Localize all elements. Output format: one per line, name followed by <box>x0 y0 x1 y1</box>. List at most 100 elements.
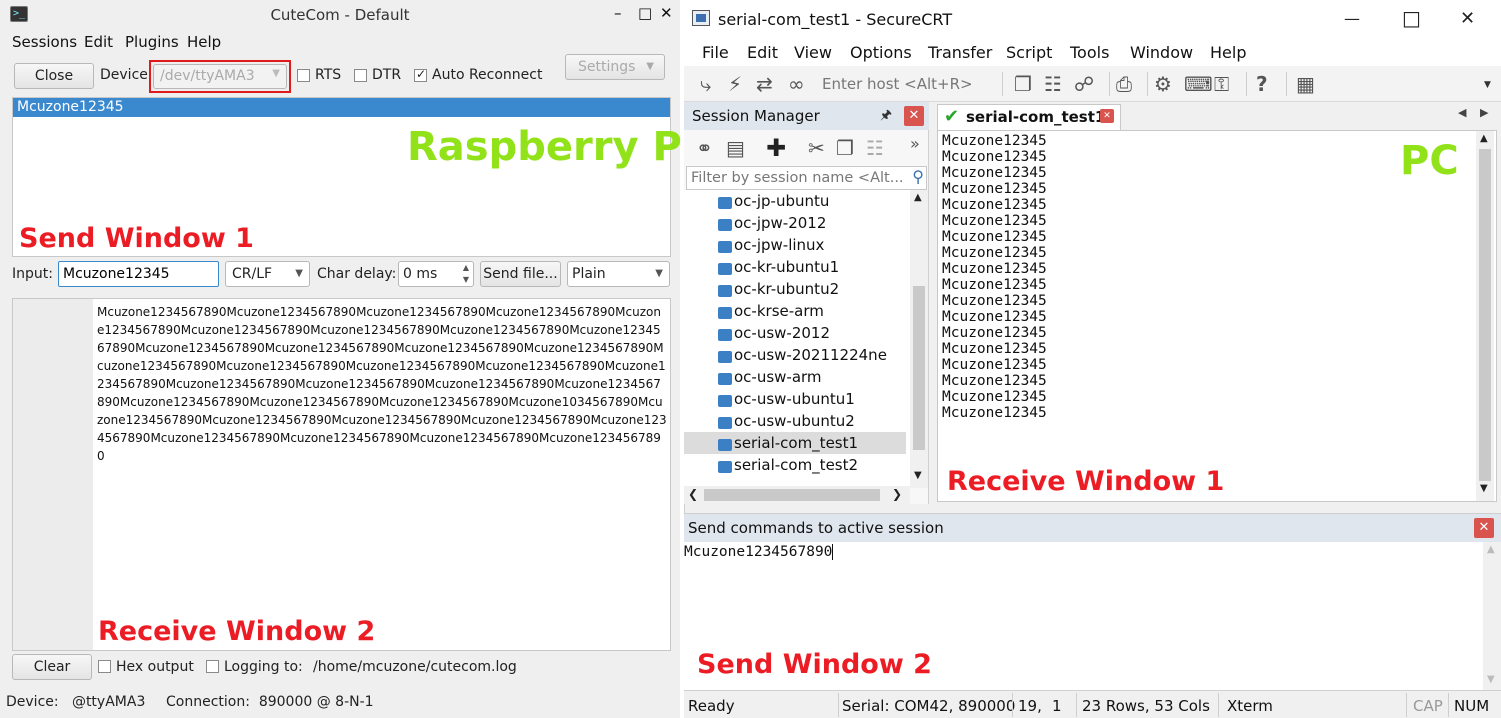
minimize-icon[interactable]: — <box>1344 9 1360 28</box>
input-field[interactable] <box>58 261 219 287</box>
spin-up-icon[interactable]: ▲ <box>463 263 469 272</box>
format-select[interactable]: Plain ▼ <box>567 261 670 287</box>
menu-options[interactable]: Options <box>850 43 912 62</box>
session-filter-input[interactable]: Filter by session name <Alt... ⚲ <box>686 166 927 190</box>
menu-plugins[interactable]: Plugins <box>125 33 179 51</box>
scroll-up-icon[interactable]: ▲ <box>914 192 922 203</box>
menu-edit[interactable]: Edit <box>747 43 778 62</box>
session-item[interactable]: oc-usw-2012 <box>734 324 830 342</box>
send-file-button[interactable]: Send file... <box>480 261 561 287</box>
char-delay-spinbox[interactable]: 0 ms ▲ ▼ <box>398 261 474 287</box>
tab-prev-icon[interactable]: ◀ <box>1458 106 1466 119</box>
host-input[interactable]: Enter host <Alt+R> <box>822 75 973 93</box>
link-icon[interactable]: ∞ <box>788 72 805 96</box>
connect-window-icon[interactable]: ▤ <box>726 136 745 160</box>
session-tab[interactable]: ✔ serial-com_test1 ✕ <box>937 104 1121 130</box>
menu-window[interactable]: Window <box>1130 43 1193 62</box>
cut-icon[interactable]: ✂ <box>808 136 825 160</box>
menu-script[interactable]: Script <box>1006 43 1052 62</box>
calculator-icon[interactable]: ▦ <box>1296 72 1315 96</box>
session-tree-scrollbar[interactable]: ▲ ▼ <box>910 190 928 488</box>
session-item[interactable]: oc-jp-ubuntu <box>734 192 829 210</box>
session-item[interactable]: oc-jpw-2012 <box>734 214 826 232</box>
scroll-up-icon[interactable]: ▲ <box>1487 544 1495 555</box>
cutecom-receive-window-2[interactable]: Mcuzone1234567890Mcuzone1234567890Mcuzon… <box>12 298 671 651</box>
menu-help[interactable]: Help <box>1210 43 1246 62</box>
connect-tree-icon[interactable]: ⤷ <box>700 72 711 96</box>
pin-icon[interactable]: 🖈 <box>880 106 892 128</box>
close-panel-icon[interactable]: ✕ <box>1474 518 1494 538</box>
menu-edit[interactable]: Edit <box>84 33 113 51</box>
scroll-left-icon[interactable]: ❮ <box>688 487 698 501</box>
paste-session-icon[interactable]: ☷ <box>866 136 884 160</box>
hex-output-checkbox[interactable] <box>98 660 111 673</box>
hscroll-thumb[interactable] <box>704 489 880 501</box>
help-icon[interactable]: ? <box>1256 72 1268 96</box>
session-item[interactable]: oc-kr-ubuntu2 <box>734 280 839 298</box>
session-item[interactable]: oc-krse-arm <box>734 302 824 320</box>
keymap-icon[interactable]: ⌨ <box>1184 72 1213 96</box>
command-scrollbar[interactable]: ▲ ▼ <box>1483 542 1501 690</box>
line-ending-select[interactable]: CR/LF ▼ <box>225 261 310 287</box>
clear-button[interactable]: Clear <box>12 654 92 680</box>
logging-path[interactable]: /home/mcuzone/cutecom.log <box>313 659 517 675</box>
session-item[interactable]: oc-kr-ubuntu1 <box>734 258 839 276</box>
maximize-icon[interactable]: □ <box>1402 6 1421 30</box>
settings-button[interactable]: Settings ▼ <box>565 54 665 80</box>
close-button[interactable]: Close <box>14 63 94 89</box>
terminal-line: Mcuzone12345 <box>942 261 1047 277</box>
find-binoculars-icon[interactable]: ☍ <box>1074 72 1094 96</box>
session-item[interactable]: oc-usw-ubuntu1 <box>734 390 855 408</box>
copy-session-icon[interactable]: ❐ <box>836 136 854 160</box>
print-icon[interactable]: ⎙ <box>1116 72 1132 96</box>
menu-view[interactable]: View <box>794 43 832 62</box>
quick-connect-icon[interactable]: ⚡ <box>728 72 742 96</box>
dtr-checkbox[interactable] <box>354 69 367 82</box>
copy-icon[interactable]: ❐ <box>1014 72 1032 96</box>
menu-help[interactable]: Help <box>187 33 221 51</box>
session-icon <box>718 329 732 341</box>
close-icon[interactable]: ✕ <box>660 4 673 22</box>
scroll-right-icon[interactable]: ❯ <box>892 487 902 501</box>
scroll-down-icon[interactable]: ▼ <box>1480 483 1488 494</box>
tab-next-icon[interactable]: ▶ <box>1480 106 1488 119</box>
paste-icon[interactable]: ☷ <box>1044 72 1062 96</box>
reconnect-icon[interactable]: ⇄ <box>756 72 773 96</box>
close-tab-icon[interactable]: ✕ <box>1100 109 1114 123</box>
menu-file[interactable]: File <box>702 43 729 62</box>
selected-line[interactable]: Mcuzone12345 <box>13 98 670 117</box>
terminal-scrollbar[interactable]: ▲ ▼ <box>1476 131 1494 501</box>
scroll-up-icon[interactable]: ▲ <box>1480 133 1488 144</box>
menu-transfer[interactable]: Transfer <box>928 43 992 62</box>
maximize-icon[interactable]: □ <box>638 4 652 22</box>
close-icon[interactable]: ✕ <box>1460 8 1475 29</box>
session-item[interactable]: oc-usw-arm <box>734 368 822 386</box>
add-session-icon[interactable]: ✚ <box>766 134 786 162</box>
scroll-thumb[interactable] <box>1479 149 1491 481</box>
securecrt-app-icon <box>692 10 710 26</box>
device-select[interactable]: /dev/ttyAMA3 ▼ <box>153 64 287 89</box>
session-tree-hscrollbar[interactable]: ❮ ❯ <box>684 486 910 504</box>
scroll-thumb[interactable] <box>913 286 925 450</box>
rts-checkbox[interactable] <box>297 69 310 82</box>
scroll-down-icon[interactable]: ▼ <box>914 470 922 481</box>
menu-tools[interactable]: Tools <box>1070 43 1109 62</box>
close-panel-icon[interactable]: ✕ <box>904 106 924 126</box>
toolbar-overflow-icon[interactable]: ▼ <box>1484 80 1491 90</box>
spin-down-icon[interactable]: ▼ <box>463 275 469 284</box>
more-icon[interactable]: » <box>910 134 920 153</box>
auto-reconnect-checkbox[interactable]: ✓ <box>414 67 427 82</box>
logging-checkbox[interactable] <box>206 660 219 673</box>
session-item[interactable]: serial-com_test2 <box>734 456 858 474</box>
session-item[interactable]: oc-usw-ubuntu2 <box>734 412 855 430</box>
session-item[interactable]: oc-jpw-linux <box>734 236 824 254</box>
menu-sessions[interactable]: Sessions <box>12 33 77 51</box>
session-item[interactable]: oc-usw-20211224ne <box>734 346 887 364</box>
terminal-receive-window-1[interactable]: Mcuzone12345 Mcuzone12345 Mcuzone12345 M… <box>937 130 1497 502</box>
scroll-down-icon[interactable]: ▼ <box>1487 674 1495 685</box>
session-item-selected[interactable]: serial-com_test1 <box>734 434 858 452</box>
key-icon[interactable]: ⚿ <box>1214 72 1229 96</box>
minimize-icon[interactable]: – <box>614 4 622 22</box>
connect-link-icon[interactable]: ⚭ <box>696 136 713 160</box>
settings-gear-icon[interactable]: ⚙ <box>1154 72 1172 96</box>
